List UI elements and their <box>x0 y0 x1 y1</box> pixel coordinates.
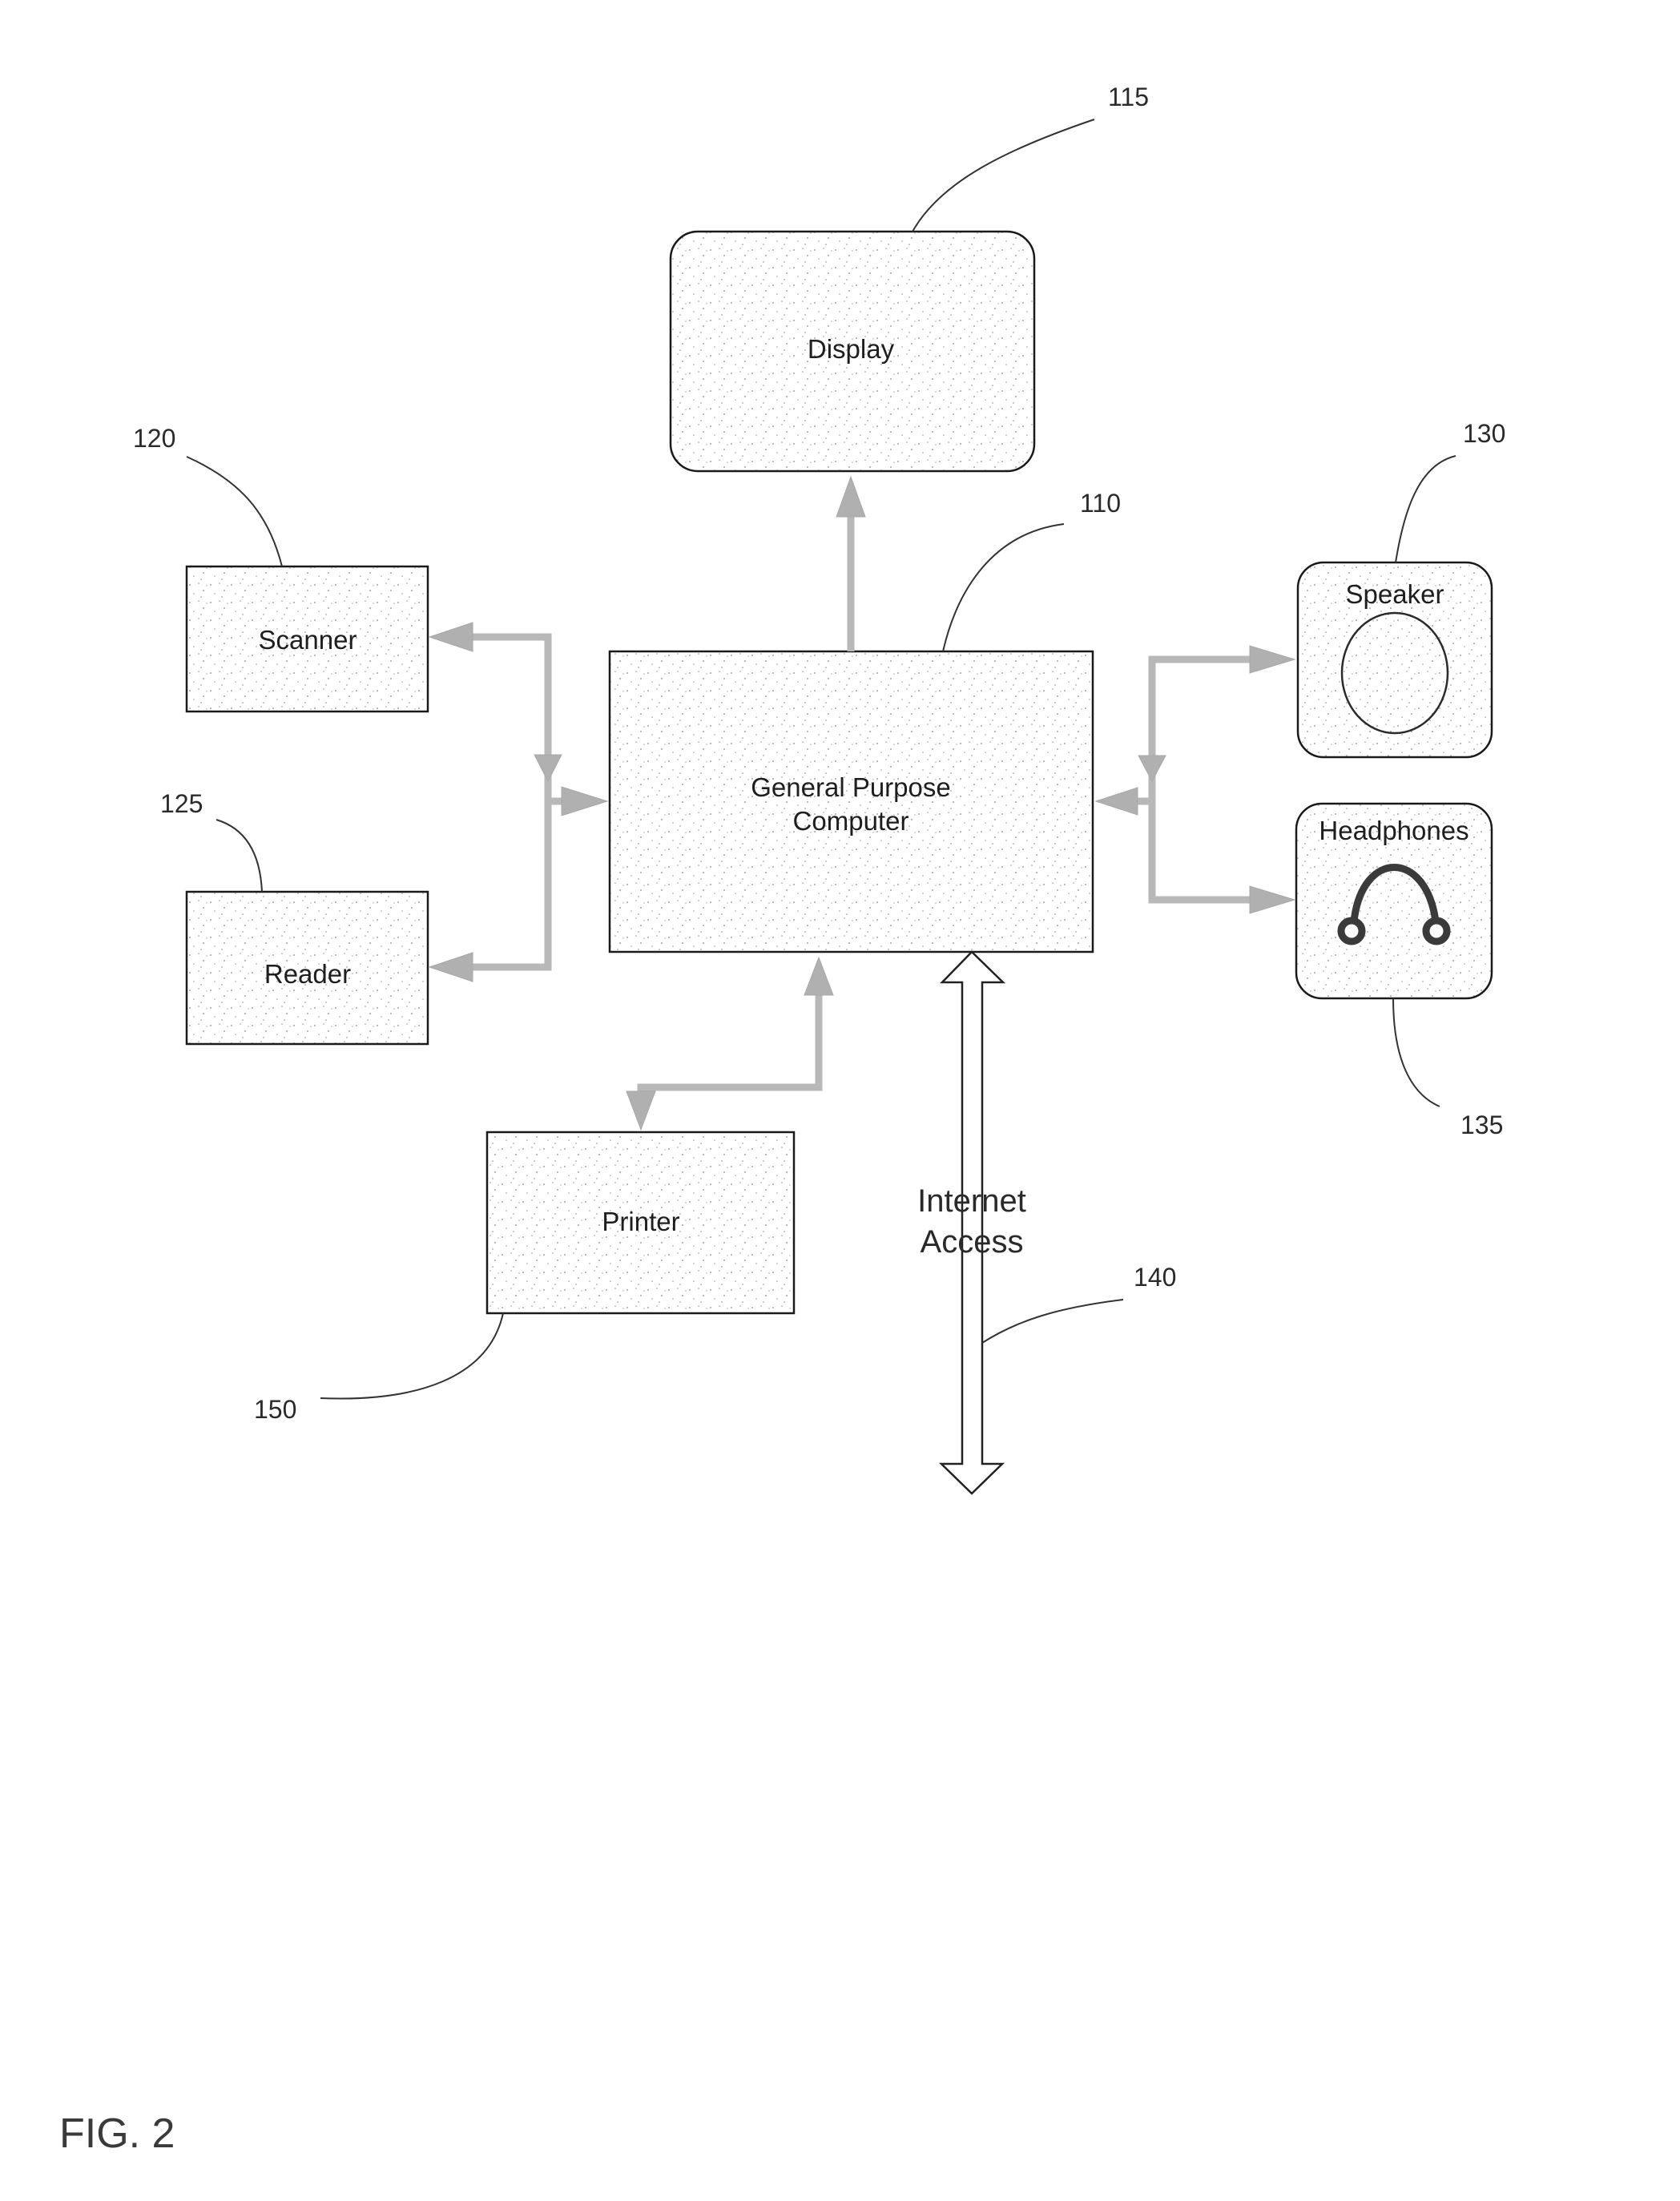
computer-label-line2: Computer <box>793 806 909 836</box>
ref-125: 125 <box>160 789 203 818</box>
connector-right-bus <box>1094 645 1296 914</box>
arrow-down-icon <box>626 1090 656 1131</box>
ref-120: 120 <box>133 424 175 453</box>
speaker-label: Speaker <box>1346 579 1444 609</box>
printer-label: Printer <box>602 1207 679 1236</box>
arrow-left-icon <box>1094 787 1138 816</box>
arrow-right-icon <box>561 786 609 816</box>
connector-shaft <box>458 633 552 971</box>
headphones-box: Headphones <box>1295 802 1493 1000</box>
computer-box: General Purpose Computer <box>608 650 1094 953</box>
leader-150 <box>320 1312 504 1400</box>
reader-box: Reader <box>185 890 429 1046</box>
arrow-left-icon <box>428 952 473 982</box>
leader-130 <box>1395 455 1456 563</box>
ref-150: 150 <box>254 1395 296 1424</box>
leader-140 <box>981 1299 1124 1344</box>
internet-label-line2: Access <box>921 1224 1024 1260</box>
ref-135: 135 <box>1460 1111 1503 1139</box>
headphones-right-ear <box>1422 917 1451 945</box>
internet-access-arrow: Internet Access <box>917 950 1026 1495</box>
bidirectional-arrow-icon <box>938 950 1006 1495</box>
ref-110: 110 <box>1080 489 1121 518</box>
computer-label-line1: General Purpose <box>751 772 950 802</box>
reader-label: Reader <box>264 959 351 989</box>
ref-130: 130 <box>1463 419 1505 448</box>
arrow-up-icon <box>836 475 866 518</box>
connector-shaft <box>1148 655 1266 904</box>
arrow-down-icon <box>1138 755 1166 783</box>
scanner-label: Scanner <box>259 625 357 655</box>
ref-115: 115 <box>1108 83 1149 111</box>
arrow-right-icon <box>1249 645 1296 674</box>
figure-caption: FIG. 2 <box>59 2110 175 2157</box>
arrow-up-icon <box>804 956 834 996</box>
leader-125 <box>216 819 263 893</box>
internet-label-line1: Internet <box>917 1183 1026 1219</box>
ref-140: 140 <box>1134 1263 1176 1292</box>
leader-115 <box>912 119 1095 232</box>
block-diagram: Display General Purpose Computer Scanner… <box>59 83 1505 2157</box>
headphones-label: Headphones <box>1319 816 1468 845</box>
headphones-left-ear <box>1337 917 1366 945</box>
scanner-box: Scanner <box>185 565 429 713</box>
leader-110 <box>942 523 1065 652</box>
connector-computer-printer <box>626 956 834 1131</box>
display-label: Display <box>808 334 895 364</box>
connector-computer-display <box>836 475 866 651</box>
arrow-down-icon <box>534 754 562 783</box>
leader-135 <box>1392 998 1440 1107</box>
arrow-right-icon <box>1249 885 1296 914</box>
arrow-left-icon <box>428 622 473 652</box>
leader-120 <box>186 456 283 567</box>
printer-box: Printer <box>485 1131 796 1315</box>
connector-left-bus <box>428 622 609 982</box>
connector-shaft <box>637 994 823 1102</box>
display-box: Display <box>669 230 1036 473</box>
speaker-box: Speaker <box>1296 561 1493 759</box>
